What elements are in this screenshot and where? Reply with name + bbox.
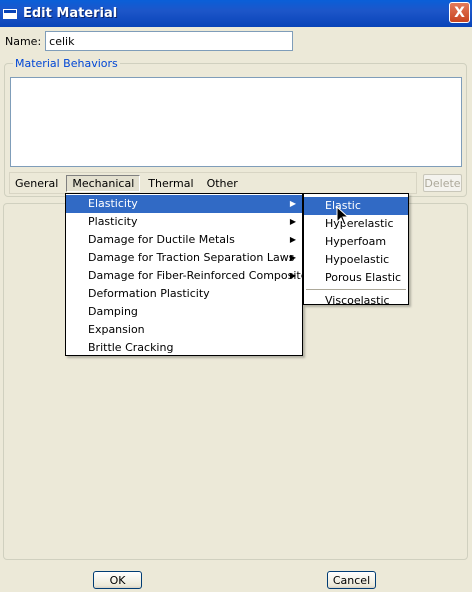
menu-item-label: Plasticity: [88, 215, 138, 228]
title-bar: Edit Material X: [0, 0, 472, 27]
submenu-arrow-icon: ▶: [289, 271, 296, 280]
menu-general[interactable]: General: [10, 176, 63, 191]
menu-item-damage-ductile[interactable]: Damage for Ductile Metals ▶: [66, 231, 302, 249]
menu-item-porous-elastic[interactable]: Porous Elastic: [304, 269, 408, 287]
menu-mechanical[interactable]: Mechanical: [66, 174, 141, 192]
menu-item-label: Damage for Fiber-Reinforced Composites: [88, 269, 314, 282]
menu-item-label: Elasticity: [88, 197, 138, 210]
menu-item-viscoelastic[interactable]: Viscoelastic: [304, 292, 408, 310]
cancel-button[interactable]: Cancel: [327, 571, 376, 589]
menu-item-deformation-plasticity[interactable]: Deformation Plasticity: [66, 285, 302, 303]
submenu-arrow-icon: ▶: [289, 253, 296, 262]
menu-thermal[interactable]: Thermal: [143, 176, 198, 191]
menu-item-label: Deformation Plasticity: [88, 287, 210, 300]
material-behaviors-legend: Material Behaviors: [13, 57, 120, 70]
menu-other[interactable]: Other: [202, 176, 243, 191]
menu-item-label: Damage for Traction Separation Laws: [88, 251, 295, 264]
elasticity-menu: Elastic Hyperelastic Hyperfoam Hypoelast…: [303, 193, 409, 307]
menu-item-hyperfoam[interactable]: Hyperfoam: [304, 233, 408, 251]
window-icon: [3, 8, 17, 19]
menu-item-hypoelastic[interactable]: Hypoelastic: [304, 251, 408, 269]
menu-item-damage-traction[interactable]: Damage for Traction Separation Laws ▶: [66, 249, 302, 267]
delete-button[interactable]: Delete: [423, 174, 462, 192]
menu-item-brittle-cracking[interactable]: Brittle Cracking: [66, 339, 302, 357]
name-input[interactable]: [45, 31, 294, 51]
menu-item-label: Brittle Cracking: [88, 341, 174, 354]
mechanical-menu: Elasticity ▶ Plasticity ▶ Damage for Duc…: [65, 193, 313, 357]
submenu-arrow-icon: ▶: [289, 235, 296, 244]
material-behaviors-list[interactable]: [10, 77, 462, 167]
menu-separator: [306, 289, 406, 290]
submenu-arrow-icon: ▶: [289, 217, 296, 226]
menu-item-label: Damage for Ductile Metals: [88, 233, 235, 246]
menu-item-label: Damping: [88, 305, 138, 318]
name-row: Name:: [5, 31, 294, 51]
menu-item-elasticity[interactable]: Elasticity ▶: [66, 195, 302, 213]
menu-item-damping[interactable]: Damping: [66, 303, 302, 321]
menu-item-plasticity[interactable]: Plasticity ▶: [66, 213, 302, 231]
ok-button[interactable]: OK: [93, 571, 142, 589]
behavior-menubar: General Mechanical Thermal Other: [9, 172, 417, 194]
menu-item-damage-fiber[interactable]: Damage for Fiber-Reinforced Composites ▶: [66, 267, 313, 285]
mouse-pointer-icon: [336, 206, 350, 226]
menu-item-hyperelastic[interactable]: Hyperelastic: [304, 215, 408, 233]
close-button[interactable]: X: [449, 2, 470, 23]
submenu-arrow-icon: ▶: [289, 199, 296, 208]
menu-item-expansion[interactable]: Expansion: [66, 321, 302, 339]
menu-item-elastic[interactable]: Elastic: [304, 197, 408, 215]
window-title: Edit Material: [23, 6, 118, 21]
menu-item-label: Expansion: [88, 323, 145, 336]
name-label: Name:: [5, 34, 42, 48]
